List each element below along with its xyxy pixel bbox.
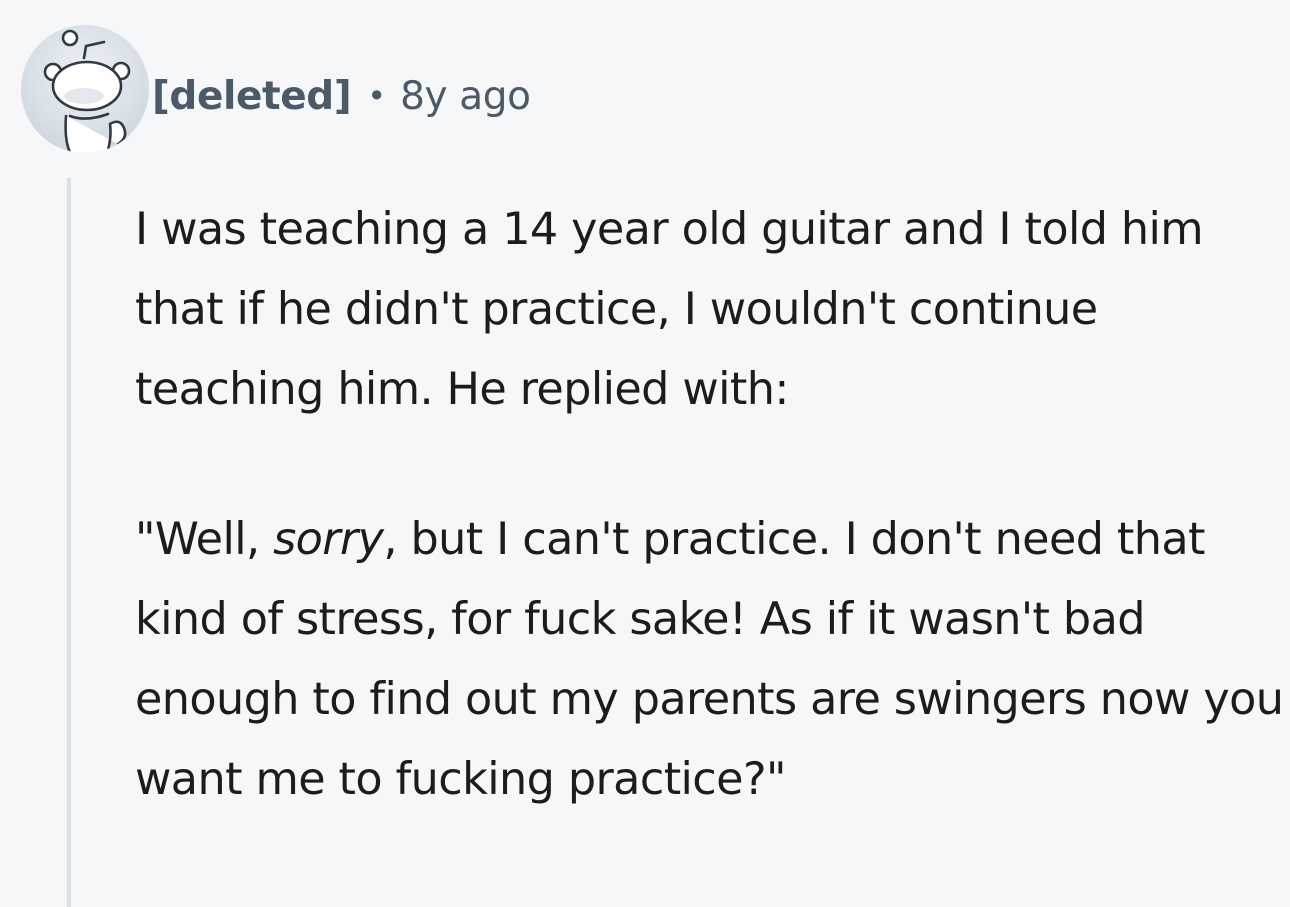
comment-paragraph: I was teaching a 14 year old guitar and … — [135, 204, 1204, 415]
comment: [deleted] • 8y ago I was teaching a 14 y… — [0, 0, 1290, 907]
thread-collapse-line[interactable] — [67, 178, 71, 907]
comment-body: I was teaching a 14 year old guitar and … — [135, 190, 1285, 820]
comment-paragraph: "Well, sorry, but I can't practice. I do… — [135, 500, 1285, 820]
author-name[interactable]: [deleted] — [152, 74, 352, 119]
emphasis-text: sorry — [273, 514, 384, 565]
meta-separator: • — [367, 77, 387, 115]
quote-text-start: "Well, — [135, 514, 274, 565]
comment-meta: [deleted] • 8y ago — [152, 68, 531, 124]
avatar[interactable] — [20, 24, 150, 154]
reddit-snoo-avatar-icon — [21, 25, 149, 153]
timestamp[interactable]: 8y ago — [400, 74, 531, 119]
